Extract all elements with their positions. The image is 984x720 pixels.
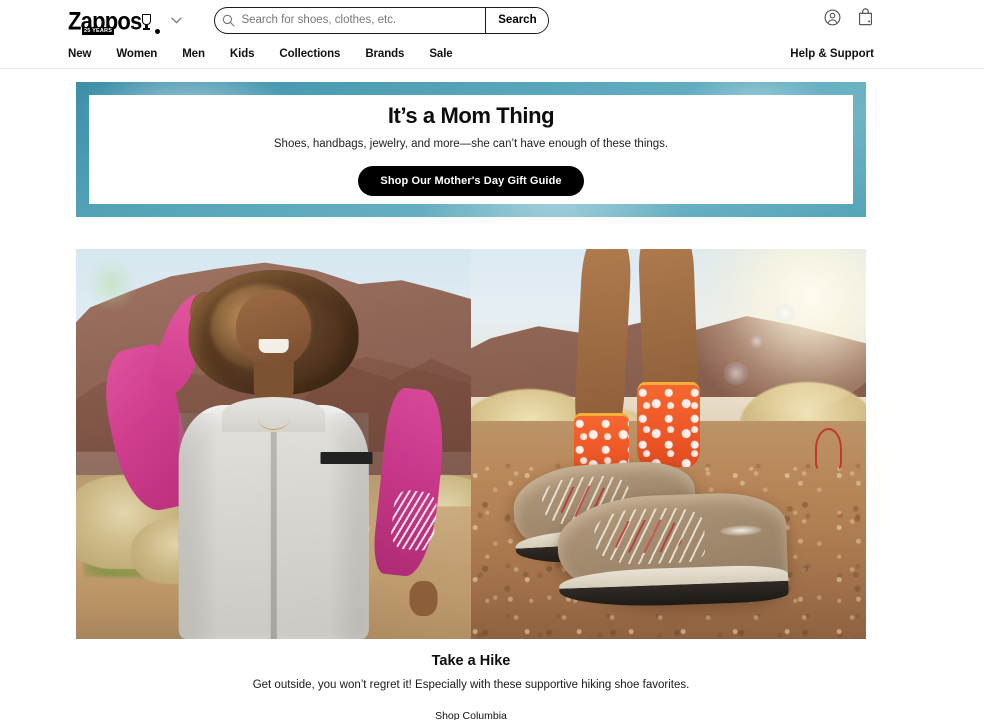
site-header: Zappos 25 YEARS Search for shoes, clothe… xyxy=(0,0,984,69)
vest-shadow-right xyxy=(328,412,369,639)
header-top-row: Zappos 25 YEARS Search xyxy=(0,0,984,40)
nav-item-women[interactable]: Women xyxy=(116,48,157,60)
promo-banner-inner: It’s a Mom Thing Shoes, handbags, jewelr… xyxy=(89,95,853,204)
chevron-down-icon[interactable] xyxy=(171,17,183,24)
promo-title: It’s a Mom Thing xyxy=(387,103,555,128)
vest-shadow-left xyxy=(178,412,219,639)
logo-area[interactable]: Zappos 25 YEARS xyxy=(68,6,183,35)
columbia-brand-tag xyxy=(320,451,373,465)
sleeve-graphic xyxy=(389,488,439,552)
shop-gift-guide-button[interactable]: Shop Our Mother's Day Gift Guide xyxy=(358,166,584,196)
logo-dot xyxy=(155,29,161,34)
nav-item-men[interactable]: Men xyxy=(182,48,205,60)
hero-image-shoes[interactable] xyxy=(471,249,866,639)
columbia-logo xyxy=(719,524,762,536)
hero-caption: Take a Hike Get outside, you won’t regre… xyxy=(76,653,866,720)
account-circle-icon[interactable] xyxy=(824,9,841,26)
nav-item-new[interactable]: New xyxy=(68,48,91,60)
shoe-lace-accent xyxy=(611,518,682,554)
hero-image-pair xyxy=(76,249,866,639)
search-button[interactable]: Search xyxy=(485,7,549,33)
lens-flare xyxy=(775,303,795,324)
heel-pull-loop xyxy=(814,428,843,472)
help-and-support-link[interactable]: Help & Support xyxy=(790,48,874,60)
nav-item-collections[interactable]: Collections xyxy=(279,48,340,60)
hiking-shoe-front xyxy=(556,490,789,609)
necklace xyxy=(257,407,290,431)
hero-image-woman[interactable] xyxy=(76,249,471,639)
promo-banner: It’s a Mom Thing Shoes, handbags, jewelr… xyxy=(76,82,866,217)
main-navigation: New Women Men Kids Collections Brands Sa… xyxy=(0,40,984,68)
caption-subtitle: Get outside, you won’t regret it! Especi… xyxy=(252,679,690,691)
vest-zipper xyxy=(270,428,277,639)
header-actions xyxy=(824,8,874,26)
nav-item-kids[interactable]: Kids xyxy=(230,48,255,60)
right-arm xyxy=(370,386,450,580)
citrus-sock-right xyxy=(636,381,701,468)
caption-title: Take a Hike xyxy=(431,653,511,669)
zappos-logo[interactable]: Zappos 25 YEARS xyxy=(68,6,161,35)
nav-list: New Women Men Kids Collections Brands Sa… xyxy=(68,48,453,60)
promo-subtitle: Shoes, handbags, jewelry, and more—she c… xyxy=(273,138,669,150)
logo-tagline: 25 YEARS xyxy=(82,27,115,35)
shopping-bag-icon[interactable] xyxy=(857,8,874,26)
lens-flare xyxy=(723,362,748,386)
nav-item-sale[interactable]: Sale xyxy=(429,48,452,60)
nav-item-brands[interactable]: Brands xyxy=(365,48,404,60)
shop-columbia-link[interactable]: Shop Columbia xyxy=(435,710,507,720)
smile xyxy=(258,339,289,353)
neck xyxy=(253,362,294,402)
face xyxy=(235,289,312,368)
woman-figure xyxy=(76,249,471,639)
trophy-icon xyxy=(142,14,152,31)
search-icon xyxy=(215,14,241,27)
right-hand xyxy=(409,580,438,616)
search-input[interactable] xyxy=(241,7,486,33)
search-bar[interactable]: Search xyxy=(214,6,550,34)
